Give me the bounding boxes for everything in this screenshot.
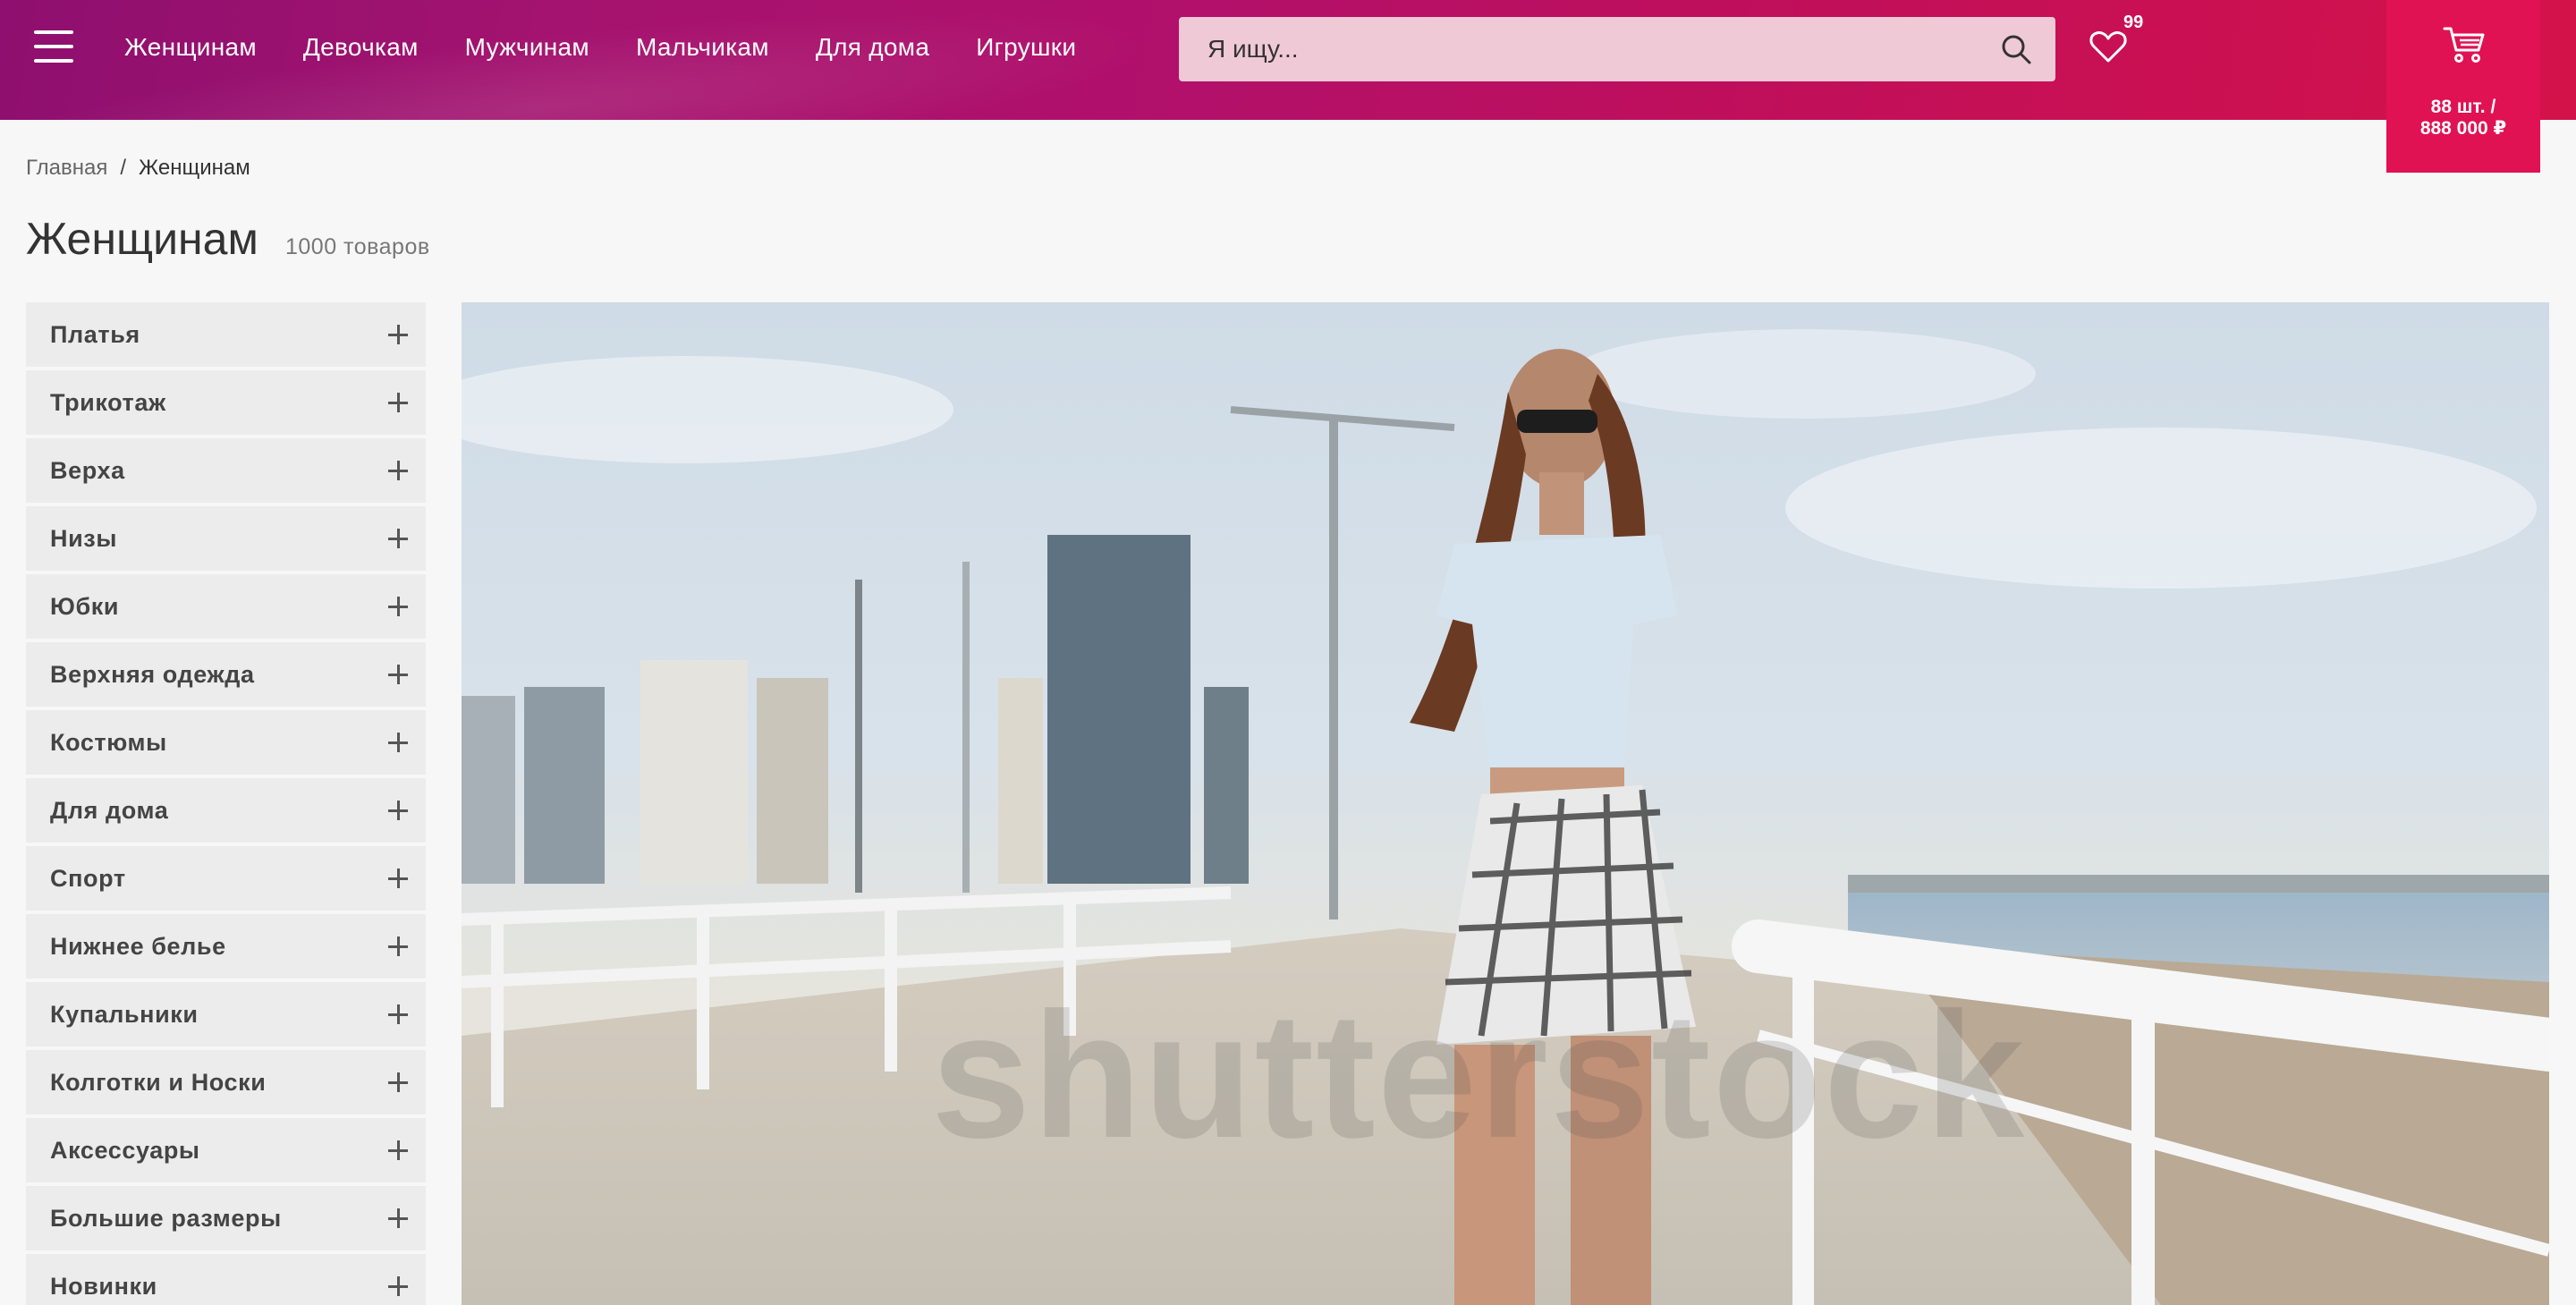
site-header: Женщинам Девочкам Мужчинам Мальчикам Для… [0, 0, 2576, 120]
category-label: Юбки [50, 592, 120, 620]
category-suits[interactable]: Костюмы [26, 710, 426, 775]
search-input[interactable] [1179, 17, 2055, 81]
plus-icon[interactable] [388, 393, 408, 412]
page-title: Женщинам [26, 214, 258, 264]
category-label: Колготки и Носки [50, 1068, 267, 1096]
category-label: Спорт [50, 864, 126, 892]
cart-summary: 88 шт. / 888 000 ₽ [2386, 97, 2540, 140]
category-label: Нижнее белье [50, 932, 226, 960]
nav-item-men[interactable]: Мужчинам [465, 32, 589, 63]
category-label: Костюмы [50, 728, 167, 756]
category-label: Купальники [50, 1000, 199, 1028]
heart-icon[interactable] [2089, 27, 2128, 66]
nav-item-toys[interactable]: Игрушки [976, 32, 1076, 63]
cart-quantity: 88 шт. / [2430, 97, 2496, 117]
category-swimwear[interactable]: Купальники [26, 982, 426, 1047]
nav-item-home[interactable]: Для дома [816, 32, 929, 63]
category-sidebar: Платья Трикотаж Верха Низы Юбки Верхняя … [26, 302, 426, 1305]
plus-icon[interactable] [388, 733, 408, 752]
plus-icon[interactable] [388, 1004, 408, 1024]
category-skirts[interactable]: Юбки [26, 574, 426, 639]
plus-icon[interactable] [388, 1276, 408, 1296]
category-label: Верха [50, 456, 125, 484]
category-sport[interactable]: Спорт [26, 846, 426, 911]
plus-icon[interactable] [388, 1140, 408, 1160]
category-outerwear[interactable]: Верхняя одежда [26, 642, 426, 707]
category-label: Для дома [50, 796, 169, 824]
breadcrumb: Главная / Женщинам [26, 156, 250, 181]
category-plus-size[interactable]: Большие размеры [26, 1186, 426, 1250]
category-bottoms[interactable]: Низы [26, 506, 426, 571]
category-label: Низы [50, 524, 117, 552]
top-navigation: Женщинам Девочкам Мужчинам Мальчикам Для… [124, 32, 1123, 63]
banner-watermark: shutterstock [931, 976, 2027, 1175]
category-label: Новинки [50, 1272, 157, 1300]
plus-icon[interactable] [388, 801, 408, 820]
category-homewear[interactable]: Для дома [26, 778, 426, 843]
category-label: Платья [50, 320, 140, 348]
category-knitwear[interactable]: Трикотаж [26, 370, 426, 435]
search-icon[interactable] [2000, 33, 2032, 65]
category-new[interactable]: Новинки [26, 1254, 426, 1305]
category-label: Аксессуары [50, 1136, 200, 1164]
plus-icon[interactable] [388, 936, 408, 956]
breadcrumb-home-link[interactable]: Главная [26, 156, 107, 180]
promo-banner[interactable]: shutterstock [462, 302, 2549, 1305]
category-underwear[interactable]: Нижнее белье [26, 914, 426, 979]
category-label: Большие размеры [50, 1204, 282, 1232]
plus-icon[interactable] [388, 461, 408, 480]
breadcrumb-current: Женщинам [139, 156, 250, 180]
category-dresses[interactable]: Платья [26, 302, 426, 367]
breadcrumb-separator: / [120, 156, 127, 180]
plus-icon[interactable] [388, 869, 408, 888]
nav-item-girls[interactable]: Девочкам [303, 32, 419, 63]
cart-icon [2443, 27, 2485, 63]
nav-item-boys[interactable]: Мальчикам [636, 32, 769, 63]
hamburger-menu-icon[interactable] [34, 30, 73, 63]
favorites-count-badge: 99 [2123, 13, 2144, 32]
plus-icon[interactable] [388, 1072, 408, 1092]
category-label: Трикотаж [50, 388, 166, 416]
plus-icon[interactable] [388, 325, 408, 344]
category-label: Верхняя одежда [50, 660, 255, 688]
search-bar [1179, 17, 2055, 81]
plus-icon[interactable] [388, 529, 408, 548]
nav-item-women[interactable]: Женщинам [124, 32, 257, 63]
plus-icon[interactable] [388, 665, 408, 684]
category-accessories[interactable]: Аксессуары [26, 1118, 426, 1182]
plus-icon[interactable] [388, 597, 408, 616]
cart-button[interactable]: 88 шт. / 888 000 ₽ [2386, 0, 2540, 173]
product-count: 1000 товаров [285, 234, 430, 259]
category-tights-socks[interactable]: Колготки и Носки [26, 1050, 426, 1114]
category-tops[interactable]: Верха [26, 438, 426, 503]
plus-icon[interactable] [388, 1208, 408, 1228]
cart-total: 888 000 ₽ [2419, 118, 2507, 139]
